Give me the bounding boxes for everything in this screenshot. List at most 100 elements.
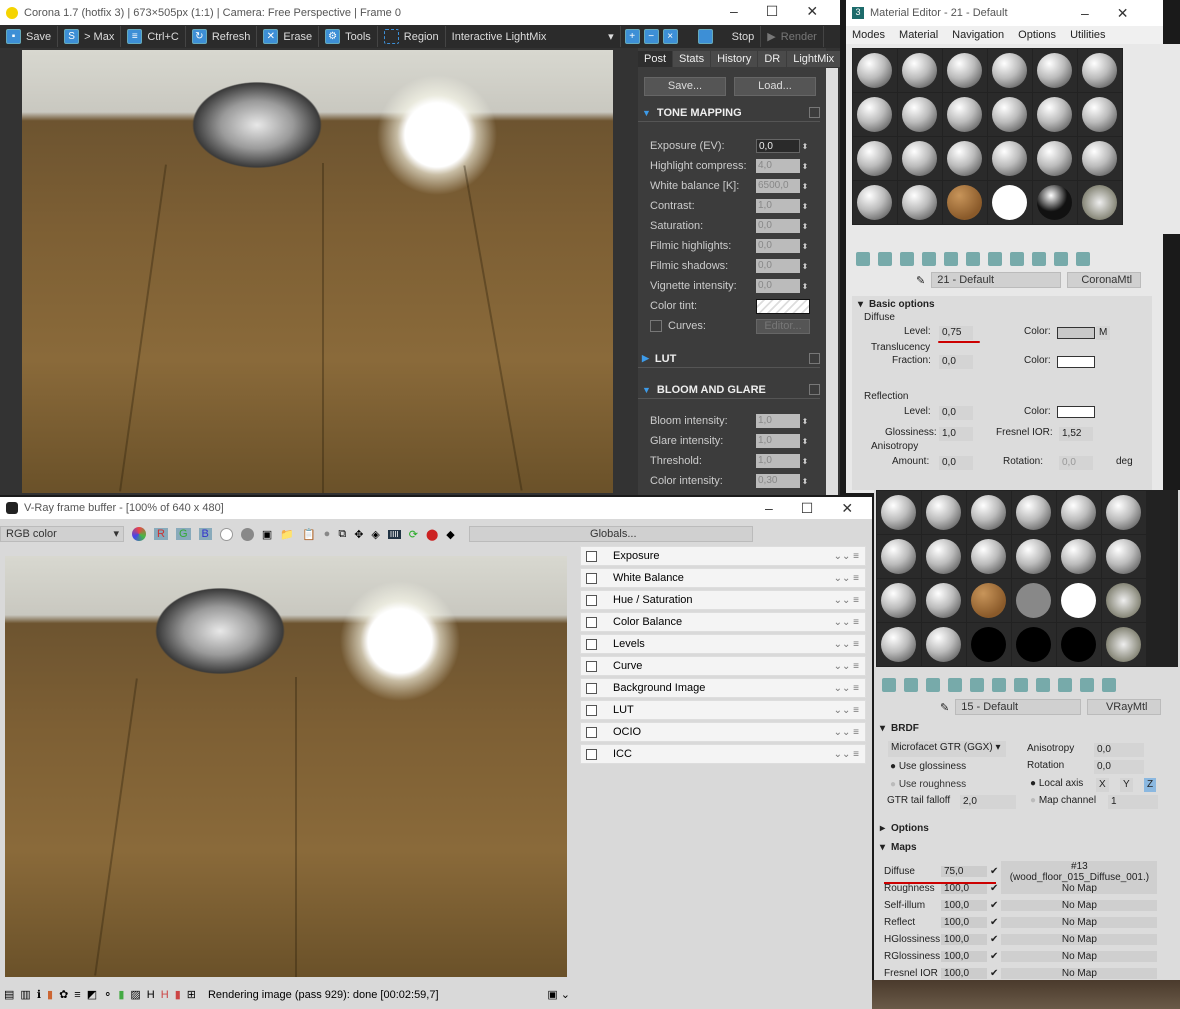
reflection-color-swatch[interactable] xyxy=(1057,406,1095,418)
teapot-icon[interactable]: ◆ xyxy=(446,528,454,541)
material-slot[interactable] xyxy=(853,137,897,180)
save-library-icon[interactable] xyxy=(988,252,1002,266)
load-preset-button[interactable]: Load... xyxy=(734,77,816,96)
color-intensity-input[interactable]: 0,30 xyxy=(756,474,800,488)
material-slot[interactable] xyxy=(1033,137,1077,180)
material-slot[interactable] xyxy=(1057,579,1101,622)
correction-row[interactable]: Levels ⌄⌄ ≡ xyxy=(580,634,866,654)
material-slot[interactable] xyxy=(853,49,897,92)
menu-icon[interactable]: ⌄⌄ ≡ xyxy=(834,595,859,606)
filmic-shadows-input[interactable]: 0,0 xyxy=(756,259,800,273)
delete-icon[interactable] xyxy=(922,252,936,266)
glare-input[interactable]: 1,0 xyxy=(756,434,800,448)
rotation-input[interactable]: 0,0 xyxy=(1094,760,1144,774)
lut-icon[interactable]: ⚬ xyxy=(103,988,112,1001)
show-map-icon[interactable] xyxy=(1010,252,1024,266)
material-slot[interactable] xyxy=(1102,535,1146,578)
material-slot[interactable] xyxy=(898,49,942,92)
menu-icon[interactable]: ⌄⌄ ≡ xyxy=(834,551,859,562)
color-picker-icon[interactable] xyxy=(132,527,146,541)
show-shaded-icon[interactable] xyxy=(1032,252,1046,266)
maps-header[interactable]: ▾ Maps xyxy=(874,839,1174,855)
bloom-header[interactable]: ▼ BLOOM AND GLARE xyxy=(638,381,820,399)
enable-checkbox[interactable] xyxy=(586,594,597,606)
material-name-dropdown[interactable]: 21 - Default xyxy=(931,272,1062,288)
menu-icon[interactable]: ⌄⌄ ≡ xyxy=(834,705,859,716)
maximize-button[interactable]: ☐ xyxy=(766,3,779,20)
check-icon[interactable]: ✔ xyxy=(990,900,998,911)
material-slot[interactable] xyxy=(1057,535,1101,578)
check-icon[interactable]: ✔ xyxy=(990,883,998,894)
tone-mapping-header[interactable]: ▼ TONE MAPPING xyxy=(638,104,820,122)
tab-dr[interactable]: DR xyxy=(758,51,787,67)
map-amount-input[interactable]: 100,0 xyxy=(941,900,987,911)
menu-utilities[interactable]: Utilities xyxy=(1070,29,1105,41)
tab-lightmix[interactable]: LightMix xyxy=(787,51,841,67)
render-icon[interactable]: ⟳ xyxy=(409,528,418,541)
save-preset-button[interactable]: Save... xyxy=(644,77,726,96)
material-slot[interactable] xyxy=(988,49,1032,92)
material-slot[interactable] xyxy=(922,579,966,622)
material-slot[interactable] xyxy=(967,623,1011,666)
correction-row[interactable]: Background Image ⌄⌄ ≡ xyxy=(580,678,866,698)
rotation-input[interactable]: 0,0 xyxy=(1059,456,1093,470)
gtr-input[interactable]: 2,0 xyxy=(960,795,1016,809)
material-slot[interactable] xyxy=(988,93,1032,136)
spinner[interactable]: ⬍ xyxy=(800,437,810,446)
material-slot[interactable] xyxy=(1078,93,1122,136)
check-icon[interactable]: ✔ xyxy=(990,917,998,928)
globals-button[interactable]: Globals... xyxy=(468,526,753,542)
section-checkbox[interactable] xyxy=(809,353,820,364)
stop-button[interactable]: Stop xyxy=(692,26,762,47)
map-button[interactable]: No Map xyxy=(1001,883,1158,894)
correction-row[interactable]: Color Balance ⌄⌄ ≡ xyxy=(580,612,866,632)
material-slot[interactable] xyxy=(1057,491,1101,534)
section-checkbox[interactable] xyxy=(809,384,820,395)
put-to-scene-icon[interactable] xyxy=(878,252,892,266)
options-header[interactable]: ▸ Options xyxy=(874,820,1174,836)
menu-icon[interactable]: ⌄⌄ ≡ xyxy=(834,661,859,672)
show-shaded-icon[interactable] xyxy=(1058,678,1072,692)
compare-icon[interactable]: ▥ xyxy=(20,988,30,1001)
exposure-input[interactable]: 0,0 xyxy=(756,139,800,153)
maximize-button[interactable]: ☐ xyxy=(801,500,814,517)
material-slot[interactable] xyxy=(1102,623,1146,666)
channel-dropdown[interactable]: RGB color ▾ xyxy=(0,526,124,542)
spinner[interactable]: ⬍ xyxy=(800,477,810,486)
material-slot[interactable] xyxy=(1057,623,1101,666)
material-slot[interactable] xyxy=(922,623,966,666)
material-type-button[interactable]: CoronaMtl xyxy=(1067,272,1142,288)
info-icon[interactable]: ℹ xyxy=(37,988,41,1001)
material-slot[interactable] xyxy=(1012,623,1056,666)
correction-row[interactable]: Exposure ⌄⌄ ≡ xyxy=(580,546,866,566)
bloom-input[interactable]: 1,0 xyxy=(756,414,800,428)
mode-dropdown[interactable]: Interactive LightMix ▾ xyxy=(446,26,621,47)
spinner[interactable]: ⬍ xyxy=(800,242,810,251)
correction-row[interactable]: Curve ⌄⌄ ≡ xyxy=(580,656,866,676)
material-slot[interactable] xyxy=(1012,491,1056,534)
make-unique-icon[interactable] xyxy=(944,252,958,266)
spinner[interactable]: ⬍ xyxy=(800,417,810,426)
bg-image-icon[interactable]: ▨ xyxy=(130,988,140,1001)
eyedropper-icon[interactable]: ✎ xyxy=(940,701,949,714)
material-slot[interactable] xyxy=(898,137,942,180)
clear-icon[interactable]: ● xyxy=(324,528,331,540)
use-glossiness-radio[interactable]: ● Use glossiness xyxy=(890,761,966,772)
map-amount-input[interactable]: 75,0 xyxy=(941,866,987,877)
enable-checkbox[interactable] xyxy=(586,682,597,694)
hsv-icon[interactable]: ≡ xyxy=(74,989,80,1001)
alpha-white-icon[interactable] xyxy=(219,527,233,541)
material-id-icon[interactable] xyxy=(992,678,1006,692)
close-button[interactable]: ✕ xyxy=(841,500,853,517)
vignette-input[interactable]: 0,0 xyxy=(756,279,800,293)
spinner[interactable]: ⬍ xyxy=(800,182,810,191)
brdf-type-dropdown[interactable]: Microfacet GTR (GGX) ▾ xyxy=(888,741,1006,757)
menu-navigation[interactable]: Navigation xyxy=(952,29,1004,41)
material-slot[interactable] xyxy=(877,491,921,534)
corona-render-view[interactable] xyxy=(22,50,613,493)
reflection-level-input[interactable]: 0,0 xyxy=(939,406,973,420)
material-slot[interactable] xyxy=(1012,579,1056,622)
zoom-in-icon[interactable]: + xyxy=(624,29,640,44)
material-id-icon[interactable] xyxy=(966,252,980,266)
send-to-max-button[interactable]: S > Max xyxy=(58,26,122,47)
